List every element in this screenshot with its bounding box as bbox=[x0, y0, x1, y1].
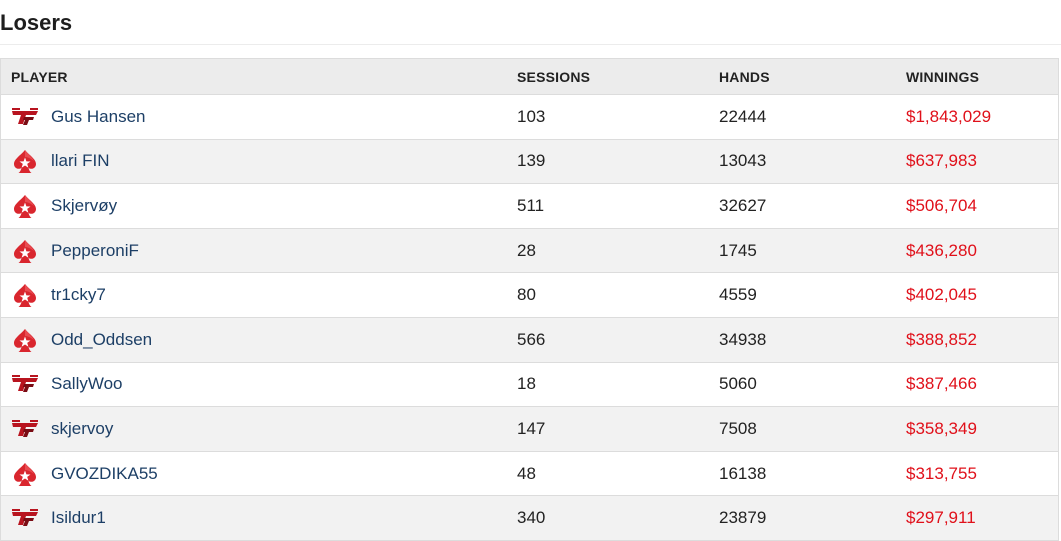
player-cell: tr1cky7 bbox=[1, 282, 517, 308]
hands-cell: 13043 bbox=[719, 151, 767, 171]
section-title: Losers bbox=[0, 10, 73, 35]
full-tilt-icon bbox=[9, 371, 41, 397]
pokerstars-icon bbox=[9, 461, 41, 487]
table-header-row: PLAYER SESSIONS HANDS WINNINGS bbox=[1, 59, 1058, 95]
pokerstars-icon bbox=[9, 238, 41, 264]
header-winnings[interactable]: WINNINGS bbox=[906, 69, 1058, 85]
winnings-cell: $297,911 bbox=[906, 508, 976, 528]
player-cell: llari FIN bbox=[1, 148, 517, 174]
hands-cell: 23879 bbox=[719, 508, 767, 528]
sessions-cell: 340 bbox=[517, 508, 546, 528]
player-name-link[interactable]: Isildur1 bbox=[51, 508, 106, 528]
hands-cell: 16138 bbox=[719, 463, 767, 483]
header-player[interactable]: PLAYER bbox=[1, 69, 517, 85]
header-hands[interactable]: HANDS bbox=[719, 69, 906, 85]
player-name-link[interactable]: Odd_Oddsen bbox=[51, 330, 152, 350]
winnings-cell: $637,983 bbox=[906, 151, 977, 171]
hands-cell: 5060 bbox=[719, 374, 757, 394]
sessions-cell: 103 bbox=[517, 106, 546, 126]
winnings-cell: $313,755 bbox=[906, 463, 977, 483]
hands-cell: 32627 bbox=[719, 195, 767, 215]
player-name-link[interactable]: Gus Hansen bbox=[51, 107, 146, 127]
full-tilt-icon bbox=[9, 416, 41, 442]
hands-cell: 7508 bbox=[719, 418, 757, 438]
winnings-cell: $387,466 bbox=[906, 374, 977, 394]
losers-table: PLAYER SESSIONS HANDS WINNINGS Gus Hanse… bbox=[0, 58, 1059, 541]
player-cell: SallyWoo bbox=[1, 371, 517, 397]
full-tilt-icon bbox=[9, 505, 41, 531]
player-cell: PepperoniF bbox=[1, 238, 517, 264]
sessions-cell: 80 bbox=[517, 285, 536, 305]
player-cell: Gus Hansen bbox=[1, 104, 517, 130]
pokerstars-icon bbox=[9, 282, 41, 308]
sessions-cell: 139 bbox=[517, 151, 546, 171]
table-row: tr1cky7 80 4559 $402,045 bbox=[1, 273, 1058, 318]
player-name-link[interactable]: tr1cky7 bbox=[51, 285, 106, 305]
winnings-cell: $402,045 bbox=[906, 285, 977, 305]
table-row: PepperoniF 28 1745 $436,280 bbox=[1, 228, 1058, 274]
winnings-cell: $436,280 bbox=[906, 240, 977, 260]
table-row: llari FIN 139 13043 $637,983 bbox=[1, 139, 1058, 185]
title-divider bbox=[0, 44, 1061, 45]
player-name-link[interactable]: skjervoy bbox=[51, 419, 113, 439]
player-cell: Isildur1 bbox=[1, 505, 517, 531]
table-row: Gus Hansen 103 22444 $1,843,029 bbox=[1, 95, 1058, 140]
table-row: GVOZDIKA55 48 16138 $313,755 bbox=[1, 451, 1058, 497]
player-name-link[interactable]: Skjervøy bbox=[51, 196, 117, 216]
player-cell: skjervoy bbox=[1, 416, 517, 442]
hands-cell: 22444 bbox=[719, 106, 767, 126]
sessions-cell: 566 bbox=[517, 329, 546, 349]
hands-cell: 34938 bbox=[719, 329, 767, 349]
player-name-link[interactable]: PepperoniF bbox=[51, 241, 139, 261]
table-row: Odd_Oddsen 566 34938 $388,852 bbox=[1, 317, 1058, 363]
header-sessions[interactable]: SESSIONS bbox=[517, 69, 719, 85]
player-name-link[interactable]: GVOZDIKA55 bbox=[51, 464, 158, 484]
sessions-cell: 48 bbox=[517, 463, 536, 483]
player-cell: Odd_Oddsen bbox=[1, 327, 517, 353]
table-body: Gus Hansen 103 22444 $1,843,029 llari FIN 139… bbox=[1, 95, 1058, 541]
sessions-cell: 147 bbox=[517, 418, 546, 438]
full-tilt-icon bbox=[9, 104, 41, 130]
hands-cell: 1745 bbox=[719, 240, 757, 260]
table-row: SallyWoo 18 5060 $387,466 bbox=[1, 362, 1058, 408]
table-row: Skjervøy 511 32627 $506,704 bbox=[1, 184, 1058, 229]
winnings-cell: $506,704 bbox=[906, 195, 977, 215]
winnings-cell: $388,852 bbox=[906, 329, 977, 349]
pokerstars-icon bbox=[9, 327, 41, 353]
pokerstars-icon bbox=[9, 193, 41, 219]
player-name-link[interactable]: llari FIN bbox=[51, 151, 110, 171]
table-row: Isildur1 340 23879 $297,911 bbox=[1, 496, 1058, 541]
player-cell: Skjervøy bbox=[1, 193, 517, 219]
player-name-link[interactable]: SallyWoo bbox=[51, 374, 123, 394]
hands-cell: 4559 bbox=[719, 285, 757, 305]
pokerstars-icon bbox=[9, 148, 41, 174]
winnings-cell: $1,843,029 bbox=[906, 106, 992, 126]
sessions-cell: 28 bbox=[517, 240, 536, 260]
sessions-cell: 18 bbox=[517, 374, 536, 394]
player-cell: GVOZDIKA55 bbox=[1, 461, 517, 487]
winnings-cell: $358,349 bbox=[906, 418, 977, 438]
sessions-cell: 511 bbox=[517, 195, 545, 215]
table-row: skjervoy 147 7508 $358,349 bbox=[1, 407, 1058, 452]
